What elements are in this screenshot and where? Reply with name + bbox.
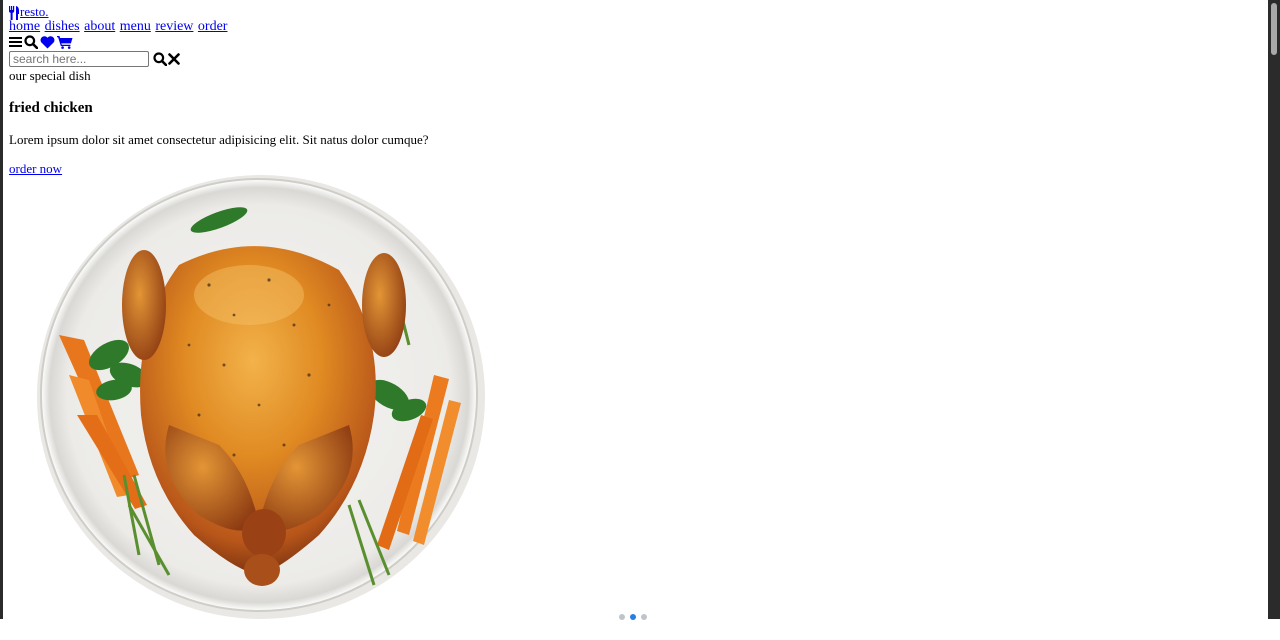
nav-dishes[interactable]: dishes: [45, 19, 80, 34]
heart-icon[interactable]: [40, 35, 55, 49]
slider-dot-1[interactable]: [619, 614, 625, 620]
slider-pagination: [619, 614, 647, 620]
slider-dot-2[interactable]: [630, 614, 636, 620]
nav-order[interactable]: order: [198, 19, 228, 34]
scrollbar-thumb[interactable]: [1271, 3, 1277, 55]
logo-link[interactable]: resto.: [9, 4, 49, 20]
close-icon[interactable]: [168, 53, 180, 65]
window-left-border: [0, 0, 3, 619]
scrollbar[interactable]: [1268, 0, 1280, 619]
slide-title: fried chicken: [9, 100, 93, 116]
logo-text: resto.: [20, 4, 49, 19]
slider-dot-3[interactable]: [641, 614, 647, 620]
menu-bars-icon[interactable]: [9, 36, 22, 48]
search-form: [9, 50, 180, 68]
nav-review[interactable]: review: [155, 19, 193, 34]
search-icon[interactable]: [24, 35, 38, 49]
nav-home[interactable]: home: [9, 19, 40, 34]
dish-image: [29, 175, 499, 635]
search-submit-icon[interactable]: [153, 52, 167, 66]
nav-menu[interactable]: menu: [120, 19, 151, 34]
slide-description: Lorem ipsum dolor sit amet consectetur a…: [9, 132, 429, 147]
header-icons: [9, 35, 73, 49]
nav-about[interactable]: about: [84, 19, 115, 34]
main-nav: home dishes about menu review order: [9, 19, 228, 35]
utensils-icon: [9, 6, 20, 20]
search-input[interactable]: [9, 51, 149, 67]
slide-subtitle: our special dish: [9, 68, 91, 83]
cart-icon[interactable]: [57, 35, 73, 49]
